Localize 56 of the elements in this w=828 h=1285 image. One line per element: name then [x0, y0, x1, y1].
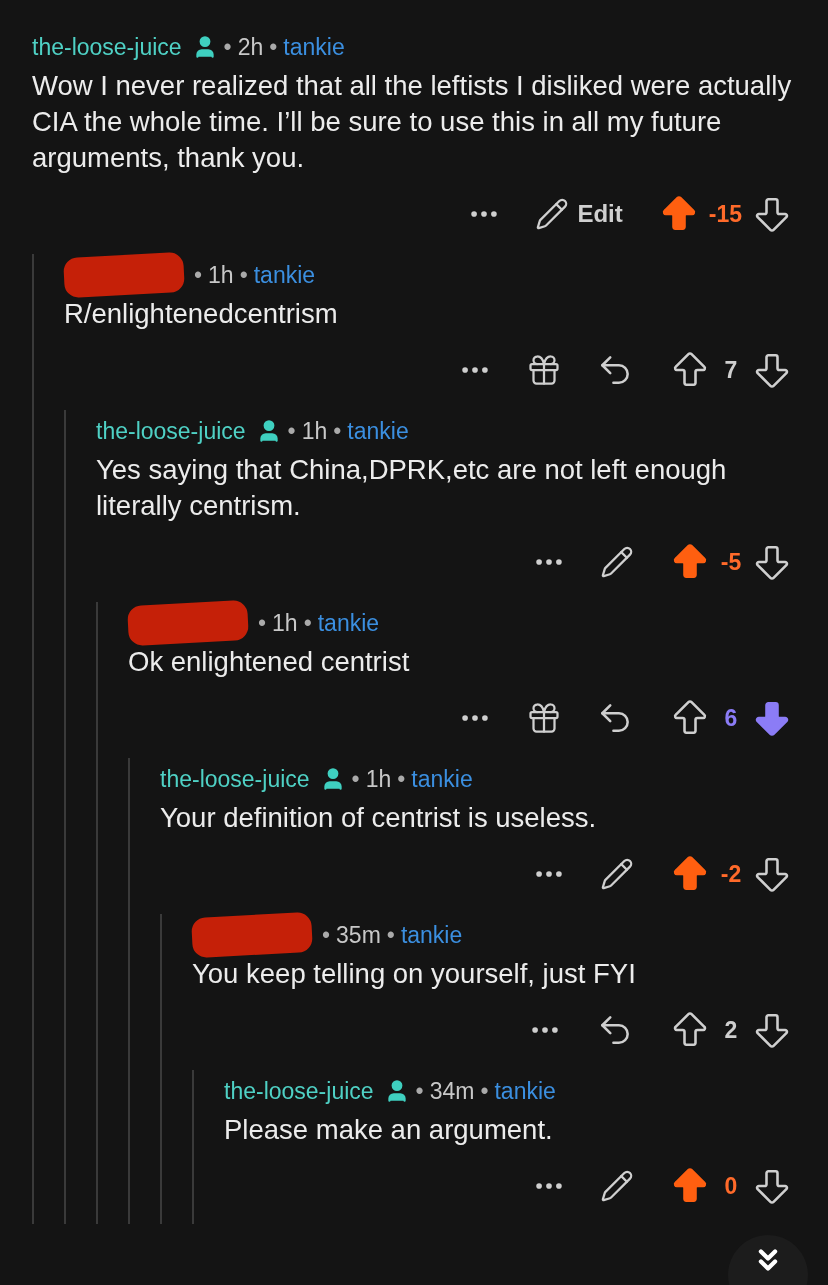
- community-flair[interactable]: tankie: [283, 29, 345, 65]
- dot-separator: •: [194, 260, 203, 290]
- edit-button[interactable]: [600, 1169, 634, 1203]
- dot-separator: •: [397, 764, 406, 794]
- vote-score: -5: [720, 547, 742, 577]
- comment-time: 2h: [237, 32, 264, 62]
- vote-score: 7: [723, 355, 739, 385]
- dot-separator: •: [303, 608, 312, 638]
- dot-separator: •: [258, 608, 267, 638]
- community-flair[interactable]: tankie: [494, 1073, 556, 1109]
- gift-icon[interactable]: [526, 700, 562, 736]
- pencil-icon: [600, 1169, 634, 1203]
- comment-body: You keep telling on yourself, just FYI: [192, 957, 637, 991]
- community-flair[interactable]: tankie: [317, 605, 380, 641]
- community-flair[interactable]: tankie: [347, 413, 409, 449]
- dot-separator: •: [287, 416, 296, 446]
- dot-separator: •: [415, 1076, 424, 1106]
- dot-separator: •: [239, 260, 248, 290]
- comment-time: 35m: [336, 920, 381, 950]
- comment-body: Ok enlightened centrist: [128, 645, 411, 679]
- comment-time: 1h: [272, 608, 298, 638]
- comment-body: Wow I never realized that all the leftists I disliked were actually CIA the whole time. I’ll be sure to use this in all my future arguments, thank you.: [32, 69, 793, 175]
- comment-time: 1h: [301, 416, 328, 446]
- comment-body: R/enlightenedcentrism: [64, 297, 339, 331]
- community-flair[interactable]: tankie: [400, 917, 463, 953]
- username[interactable]: the-loose-juice: [160, 761, 310, 797]
- pencil-icon: [600, 545, 634, 579]
- vote-score: 0: [723, 1171, 739, 1201]
- comment-body: Your definition of centrist is useless.: [160, 801, 598, 835]
- vote-score: -2: [720, 859, 742, 889]
- comment-time: 1h: [208, 260, 234, 290]
- dot-separator: •: [386, 920, 395, 950]
- pencil-icon: [535, 197, 570, 231]
- gift-icon[interactable]: [526, 352, 562, 388]
- comment-body: Yes saying that China,DPRK,etc are not left enough literally centrism.: [96, 453, 728, 523]
- dot-separator: •: [223, 32, 232, 62]
- username[interactable]: the-loose-juice: [32, 29, 182, 65]
- edit-button[interactable]: [600, 545, 634, 579]
- dot-separator: •: [333, 416, 342, 446]
- comment-time: 34m: [429, 1076, 475, 1106]
- username[interactable]: the-loose-juice: [96, 413, 246, 449]
- username[interactable]: the-loose-juice: [224, 1073, 374, 1109]
- vote-score: 6: [723, 703, 739, 733]
- dot-separator: •: [322, 920, 331, 950]
- comment-time: 1h: [365, 764, 392, 794]
- dot-separator: •: [351, 764, 360, 794]
- community-flair[interactable]: tankie: [253, 257, 316, 293]
- comment-body: Please make an argument.: [224, 1113, 554, 1147]
- community-flair[interactable]: tankie: [411, 761, 473, 797]
- dot-separator: •: [269, 32, 278, 62]
- edit-button[interactable]: [600, 857, 634, 891]
- vote-score: -15: [708, 199, 742, 229]
- edit-button[interactable]: Edit: [535, 196, 623, 232]
- vote-score: 2: [723, 1015, 739, 1045]
- dot-separator: •: [480, 1076, 489, 1106]
- pencil-icon: [600, 857, 634, 891]
